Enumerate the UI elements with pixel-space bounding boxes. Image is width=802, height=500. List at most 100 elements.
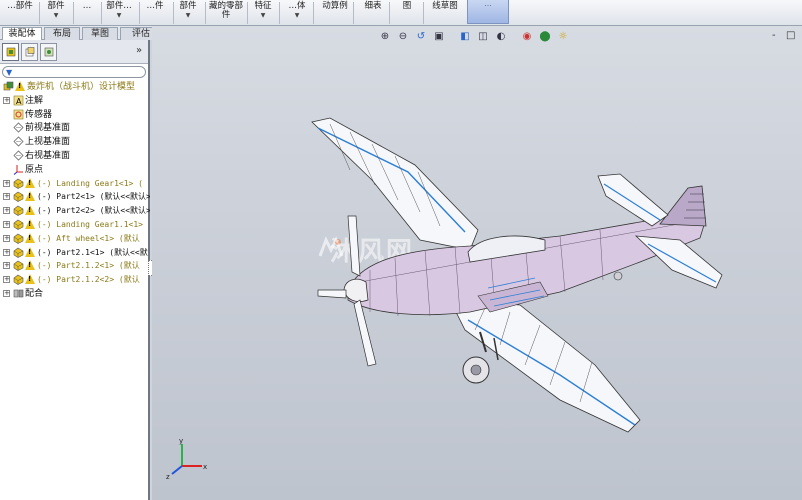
expand-toggle-icon[interactable]: + (3, 290, 10, 297)
part-icon (13, 274, 24, 286)
tree-item-label: (-) Part2.1<1> (默认<<默 (37, 247, 148, 257)
toolbar-button-3[interactable]: 部件… ▼ (100, 0, 138, 26)
expand-toggle-icon[interactable]: + (3, 179, 10, 187)
tree-item-label: 右视基准面 (25, 151, 71, 161)
toolbar-active-button[interactable]: … (467, 0, 509, 24)
warning-icon (25, 274, 35, 285)
tree-item[interactable]: + (-) Part2<1> (默认<<默认> (0, 190, 150, 204)
warning-icon (25, 246, 35, 257)
graphics-viewport[interactable]: ⊕ ⊖ ↺ ▣ ◧ ◫ ◐ ◉ ⬤ ☼ - □ 沐风网 y x z (152, 26, 802, 500)
toolbar-button-label: …件 (146, 1, 164, 11)
expand-toggle-icon (3, 165, 10, 173)
toolbar-button-7[interactable]: 特征 ▼ (248, 0, 278, 26)
toolbar-button-8[interactable]: …体 ▼ (282, 0, 312, 26)
warning-icon (25, 232, 35, 243)
tree-item[interactable]: 前视基准面 (0, 121, 150, 135)
warning-icon (25, 260, 35, 271)
toolbar-button-label: 细表 (364, 1, 382, 11)
toolbar-button-12[interactable]: 线草图 (426, 0, 464, 26)
dropdown-arrow-icon[interactable]: ▼ (100, 11, 138, 20)
tab-2[interactable]: 草图 (82, 27, 118, 40)
tree-item-label: (-) Part2.1.2<2> (默认 (37, 275, 140, 285)
mates-icon (13, 288, 24, 299)
toolbar-button-0[interactable]: …部件 (2, 0, 38, 26)
toolbar-button-label: 动算例 (322, 1, 348, 11)
airplane-3d-model[interactable] (152, 26, 802, 500)
origin-icon (13, 164, 24, 175)
tree-item-label: (-) Landing Gear1<1> ( (37, 178, 143, 188)
command-toolbar: …部件 部件 ▼… 部件… ▼ …件 部件 ▼ 藏的零部件 特征 ▼ …体 ▼ 动算例 细表图线草图… (0, 0, 802, 26)
tree-item[interactable]: + (-) Part2.1<1> (默认<<默 (0, 246, 150, 260)
toolbar-button-2[interactable]: … (74, 0, 100, 26)
funnel-icon: ▼ (6, 68, 13, 77)
property-manager-tab[interactable] (21, 43, 38, 61)
expand-toggle-icon[interactable]: + (3, 234, 10, 242)
dropdown-arrow-icon[interactable]: ▼ (282, 11, 312, 20)
tree-item[interactable]: 原点 (0, 163, 150, 177)
tree-item[interactable]: + A 注解 (0, 94, 150, 108)
tree-item[interactable]: + (-) Part2.1.2<2> (默认 (0, 273, 150, 287)
tree-filter-input[interactable]: ▼ (2, 66, 146, 78)
toolbar-separator (279, 2, 280, 24)
toolbar-separator (313, 2, 314, 24)
tree-item[interactable]: + (-) Landing Gear1.1<1> (0, 218, 150, 232)
dropdown-arrow-icon[interactable]: ▼ (40, 11, 72, 20)
part-icon (13, 219, 24, 230)
annotation-icon: A (13, 95, 24, 106)
expand-panel-chevron[interactable]: » (136, 45, 142, 56)
toolbar-button-5[interactable]: 部件 ▼ (172, 0, 204, 26)
tab-1[interactable]: 布局 (44, 27, 80, 40)
expand-toggle-icon[interactable]: + (3, 248, 10, 256)
assembly-icon (3, 81, 14, 92)
expand-toggle-icon[interactable]: + (3, 96, 10, 104)
toolbar-separator (353, 2, 354, 24)
toolbar-button-4[interactable]: …件 (138, 0, 172, 26)
expand-toggle-icon[interactable]: + (3, 207, 10, 215)
expand-toggle-icon[interactable]: + (3, 193, 10, 201)
tab-0[interactable]: 装配体 (2, 27, 42, 41)
tree-item[interactable]: + 配合 (0, 287, 150, 301)
part-icon (13, 178, 24, 189)
tree-item[interactable]: + (-) Part2.1.2<1> (默认 (0, 259, 150, 273)
expand-toggle-icon[interactable]: + (3, 221, 10, 228)
toolbar-button-10[interactable]: 细表 (358, 0, 388, 26)
tree-item-label: (-) Part2<1> (默认<<默认> (37, 192, 150, 202)
toolbar-button-label: …体 (288, 1, 306, 11)
tree-item[interactable]: 右视基准面 (0, 149, 150, 163)
toolbar-button-6[interactable]: 藏的零部件 (206, 0, 246, 26)
tree-item-label: (-) Part2.1.2<1> (默认 (37, 261, 140, 271)
toolbar-button-label: 线草图 (432, 1, 458, 11)
warning-icon (25, 205, 35, 216)
tree-item-label: (-) Landing Gear1.1<1> (37, 220, 143, 229)
dropdown-arrow-icon[interactable]: ▼ (248, 11, 278, 20)
expand-toggle-icon (3, 124, 10, 132)
triad-x-label: x (203, 463, 207, 471)
dropdown-arrow-icon[interactable]: ▼ (172, 11, 204, 20)
part-icon (13, 260, 24, 272)
feature-manager-tab[interactable] (2, 43, 19, 61)
configuration-manager-tab[interactable] (40, 43, 57, 61)
tree-item-label: 注解 (25, 95, 44, 106)
tree-item[interactable]: 轰炸机（战斗机）设计模型 (0, 80, 150, 94)
toolbar-button-1[interactable]: 部件 ▼ (40, 0, 72, 26)
toolbar-button-9[interactable]: 动算例 (318, 0, 352, 26)
toolbar-button-label: … (82, 1, 92, 11)
triad-y-label: y (179, 437, 183, 445)
expand-toggle-icon[interactable]: + (3, 262, 10, 270)
feature-manager-panel: » ▼ 轰炸机（战斗机）设计模型 + A注解传感器前视基准面上视基准面右视基准面原点… (0, 40, 150, 500)
toolbar-separator (423, 2, 424, 24)
feature-tree-icon (6, 47, 16, 57)
warning-icon (25, 191, 35, 202)
panel-tabs: » (0, 40, 148, 64)
tree-item[interactable]: 上视基准面 (0, 135, 150, 149)
tree-item[interactable]: + (-) Landing Gear1<1> ( (0, 177, 150, 191)
tree-item[interactable]: + (-) Aft wheel<1> (默认 (0, 232, 150, 246)
expand-toggle-icon[interactable]: + (3, 276, 10, 284)
warning-icon (25, 177, 35, 188)
tree-item[interactable]: 传感器 (0, 108, 150, 122)
coordinate-triad: y x z (166, 437, 207, 480)
tree-item[interactable]: + (-) Part2<2> (默认<<默认> (0, 204, 150, 218)
toolbar-button-11[interactable]: 图 (392, 0, 422, 26)
part-icon (13, 247, 24, 258)
toolbar-button-label: …部件 (7, 1, 33, 11)
